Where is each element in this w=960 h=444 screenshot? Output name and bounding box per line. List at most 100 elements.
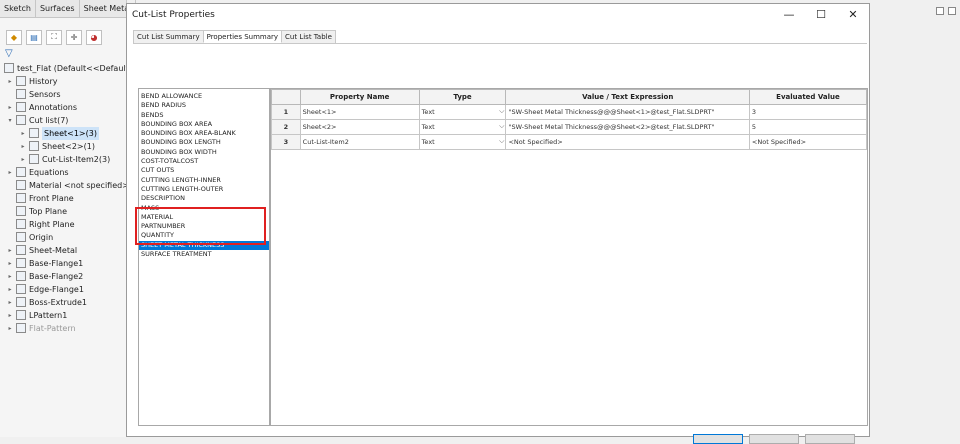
type-cell[interactable]: Text ⌵: [418, 104, 507, 120]
row-number[interactable]: 3: [271, 134, 301, 150]
tree-item[interactable]: ▸ LPattern1: [0, 309, 126, 322]
tree-item[interactable]: ▸ Flat-Pattern: [0, 322, 126, 335]
tree-item[interactable]: ▾ Cut list(7): [0, 114, 126, 127]
property-list-item[interactable]: BENDS: [139, 111, 269, 120]
dimxpert-icon[interactable]: ✛: [66, 29, 82, 45]
property-list-item[interactable]: CUTTING LENGTH-OUTER: [139, 185, 269, 194]
tab-cut-list-table[interactable]: Cut List Table: [281, 30, 336, 43]
cancel-button[interactable]: [749, 434, 799, 444]
property-name-cell[interactable]: Cut-List-Item2: [299, 134, 420, 150]
tree-item[interactable]: Origin: [0, 231, 126, 244]
tab-sketch[interactable]: Sketch: [0, 0, 36, 17]
tree-item[interactable]: test_Flat (Default<<Default>_: [0, 62, 139, 75]
tree-item[interactable]: Material <not specified>: [0, 179, 129, 192]
ok-button[interactable]: [693, 434, 743, 444]
configuration-manager-icon[interactable]: ⛶: [46, 29, 62, 45]
property-list-item[interactable]: CUT OUTS: [139, 166, 269, 175]
tree-item[interactable]: ▸ Annotations: [0, 101, 126, 114]
expand-arrow-icon[interactable]: ▸: [19, 140, 27, 153]
expand-arrow-icon[interactable]: ▸: [6, 166, 14, 179]
property-list-item[interactable]: COST-TOTALCOST: [139, 157, 269, 166]
evaluated-value-cell[interactable]: 3: [748, 104, 868, 120]
property-name-list[interactable]: BEND ALLOWANCE BEND RADIUS BENDS BOUNDING B…: [138, 88, 270, 426]
value-expression-cell[interactable]: "SW-Sheet Metal Thickness@@@Sheet<1>@tes…: [505, 104, 750, 120]
expand-arrow-icon[interactable]: ▸: [6, 244, 14, 257]
tree-item-label: Edge-Flange1: [29, 285, 84, 294]
filter-icon[interactable]: ▽: [5, 48, 15, 59]
expand-arrow-icon[interactable]: ▸: [6, 75, 14, 88]
evaluated-value-cell-text: <Not Specified>: [751, 138, 807, 146]
tree-item[interactable]: ▸ Sheet<2>(1): [0, 140, 126, 153]
value-expression-cell[interactable]: "SW-Sheet Metal Thickness@@@Sheet<2>@tes…: [505, 119, 750, 135]
tree-item[interactable]: ▸ History: [0, 75, 126, 88]
expand-arrow-icon[interactable]: ▸: [6, 270, 14, 283]
panel-restore-icon[interactable]: [948, 7, 956, 15]
tree-item-label: LPattern1: [29, 311, 68, 320]
tree-item[interactable]: ▸ Sheet-Metal: [0, 244, 126, 257]
evaluated-value-cell[interactable]: 5: [748, 119, 868, 135]
expand-arrow-icon[interactable]: ▸: [19, 153, 27, 166]
property-name-cell[interactable]: Sheet<2>: [299, 119, 420, 135]
expand-arrow-icon[interactable]: ▾: [6, 114, 14, 127]
type-cell[interactable]: Text ⌵: [418, 119, 507, 135]
tab-properties-summary[interactable]: Properties Summary: [202, 30, 283, 43]
header-property-name[interactable]: Property Name: [299, 89, 420, 105]
expand-arrow-icon[interactable]: ▸: [6, 257, 14, 270]
property-list-item[interactable]: BEND ALLOWANCE: [139, 92, 269, 101]
tree-item[interactable]: ▸ Cut-List-Item2(3): [0, 153, 126, 166]
expand-arrow-icon[interactable]: ▸: [19, 127, 27, 140]
property-list-item[interactable]: CUTTING LENGTH-INNER: [139, 176, 269, 185]
chevron-down-icon[interactable]: ⌵: [499, 107, 504, 116]
tab-cut-list-summary[interactable]: Cut List Summary: [133, 30, 204, 43]
tree-item[interactable]: Front Plane: [0, 192, 126, 205]
panel-expand-icon[interactable]: [936, 7, 944, 15]
help-button[interactable]: [805, 434, 855, 444]
chevron-down-icon[interactable]: ⌵: [499, 137, 504, 146]
pattern-icon: [16, 310, 26, 320]
property-name-cell[interactable]: Sheet<1>: [299, 104, 420, 120]
close-button[interactable]: ✕: [837, 4, 869, 26]
value-expression-cell[interactable]: <Not Specified>: [505, 134, 750, 150]
expand-arrow-icon[interactable]: ▸: [6, 101, 14, 114]
property-list-item[interactable]: BOUNDING BOX AREA: [139, 120, 269, 129]
tree-item[interactable]: ▸ Boss-Extrude1: [0, 296, 126, 309]
display-manager-icon[interactable]: ◕: [86, 29, 102, 45]
flat-pattern-icon: [16, 323, 26, 333]
chevron-down-icon[interactable]: ⌵: [499, 122, 504, 131]
tree-item[interactable]: ▸ Base-Flange1: [0, 257, 126, 270]
header-value-expression[interactable]: Value / Text Expression: [505, 89, 750, 105]
header-evaluated-value[interactable]: Evaluated Value: [748, 89, 868, 105]
cut-list-icon: [16, 115, 26, 125]
property-manager-icon[interactable]: ▤: [26, 29, 42, 45]
minimize-button[interactable]: —: [773, 4, 805, 26]
property-list-item[interactable]: BOUNDING BOX AREA-BLANK: [139, 129, 269, 138]
property-list-item[interactable]: BEND RADIUS: [139, 101, 269, 110]
property-list-item[interactable]: BOUNDING BOX LENGTH: [139, 138, 269, 147]
tree-item[interactable]: Top Plane: [0, 205, 126, 218]
tree-item[interactable]: Right Plane: [0, 218, 126, 231]
property-list-item[interactable]: SURFACE TREATMENT: [139, 250, 269, 259]
tree-item-label: Sheet<1>(3): [42, 127, 99, 140]
tree-item[interactable]: ▸ Sheet<1>(3): [0, 127, 126, 140]
expand-arrow-icon[interactable]: ▸: [6, 296, 14, 309]
tree-item[interactable]: Sensors: [0, 88, 126, 101]
properties-grid: Property Name Type Value / Text Expressi…: [270, 88, 868, 426]
tree-item-label: Right Plane: [29, 220, 75, 229]
row-number[interactable]: 1: [271, 104, 301, 120]
expand-arrow-icon[interactable]: ▸: [6, 322, 14, 335]
type-cell[interactable]: Text ⌵: [418, 134, 507, 150]
feature-manager-icon[interactable]: ◆: [6, 29, 22, 45]
tab-surfaces[interactable]: Surfaces: [36, 0, 80, 17]
tree-item[interactable]: ▸ Equations: [0, 166, 126, 179]
maximize-button[interactable]: ☐: [805, 4, 837, 26]
expand-arrow-icon[interactable]: ▸: [6, 309, 14, 322]
tree-item[interactable]: ▸ Base-Flange2: [0, 270, 126, 283]
header-type[interactable]: Type: [418, 89, 507, 105]
expand-arrow-icon[interactable]: ▸: [6, 283, 14, 296]
tree-item[interactable]: ▸ Edge-Flange1: [0, 283, 126, 296]
edge-flange-icon: [16, 284, 26, 294]
evaluated-value-cell[interactable]: <Not Specified>: [748, 134, 868, 150]
property-list-item[interactable]: DESCRIPTION: [139, 194, 269, 203]
row-number[interactable]: 2: [271, 119, 301, 135]
property-list-item[interactable]: BOUNDING BOX WIDTH: [139, 148, 269, 157]
